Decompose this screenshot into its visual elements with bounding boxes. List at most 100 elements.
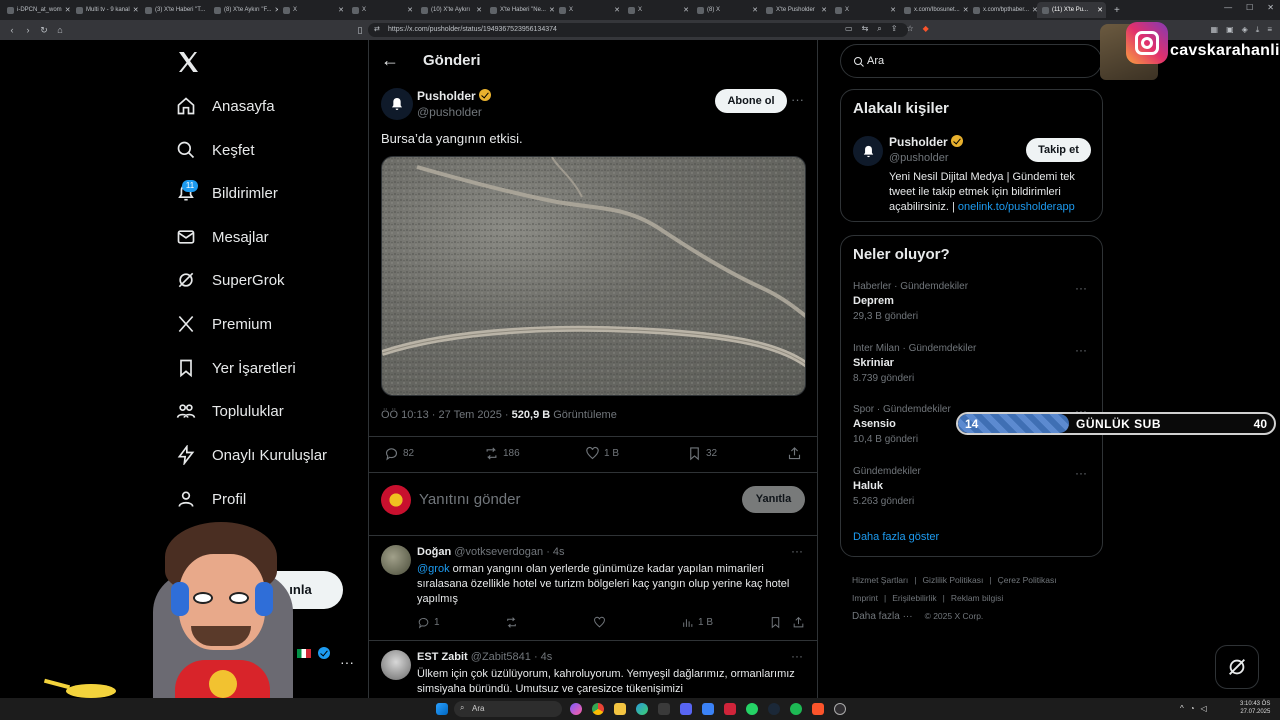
reply-submit-button[interactable]: Yanıtla	[742, 486, 805, 513]
like-action[interactable]: 1 B	[585, 446, 619, 461]
nav-item[interactable]: Profil	[176, 489, 246, 509]
footer-link[interactable]: Hizmet Şartları	[852, 575, 908, 585]
trend-more-icon[interactable]: ···	[1075, 281, 1087, 295]
repost-action[interactable]: 186	[484, 446, 520, 461]
browser-tab[interactable]: Multi tv - 9 kanal ✕	[71, 2, 140, 18]
reply-author-handle[interactable]: @votkseverdogan	[454, 546, 543, 558]
share-action[interactable]	[787, 446, 802, 461]
browser-tab[interactable]: X'te Haberi "Ne... ✕	[485, 2, 554, 18]
related-avatar[interactable]	[853, 136, 883, 166]
reply-input[interactable]: Yanıtını gönder	[419, 491, 719, 508]
tab-close-icon[interactable]: ✕	[683, 6, 689, 14]
browser-tab[interactable]: x.com/Ibosunet... ✕	[899, 2, 968, 18]
store-icon[interactable]	[702, 703, 714, 715]
tray-chevron-icon[interactable]: ^	[1180, 704, 1184, 713]
browser-tab[interactable]: X ✕	[554, 2, 623, 18]
tab-close-icon[interactable]: ✕	[133, 6, 139, 14]
reply-bookmark-action[interactable]	[769, 616, 782, 629]
star-icon[interactable]: ☆	[906, 24, 913, 34]
steam-icon[interactable]	[768, 703, 780, 715]
footer-link[interactable]: Erişilebilirlik	[892, 593, 936, 603]
bookmark-page-icon[interactable]: ▯	[352, 25, 368, 36]
browser-tab[interactable]: X ✕	[278, 2, 347, 18]
reply-action[interactable]: 82	[384, 446, 414, 461]
nav-item[interactable]: Mesajlar	[176, 227, 269, 247]
reply-views-action[interactable]: 1 B	[681, 616, 713, 629]
author-avatar[interactable]	[381, 88, 413, 120]
reply-repost-action[interactable]	[505, 616, 518, 629]
tab-close-icon[interactable]: ✕	[338, 6, 344, 14]
taskbar-search[interactable]: ⌕ Ara	[454, 701, 562, 717]
author-handle[interactable]: @pusholder	[417, 105, 482, 119]
reply-avatar-dogan[interactable]	[381, 545, 411, 575]
trend-more-icon[interactable]: ···	[1075, 466, 1087, 480]
reply-more-icon[interactable]: ···	[791, 649, 803, 663]
related-bio-link[interactable]: onelink.to/pusholderapp	[958, 201, 1075, 213]
maximize-icon[interactable]: ☐	[1246, 3, 1253, 12]
browser-tab[interactable]: X ✕	[623, 2, 692, 18]
nav-item[interactable]: Premium	[176, 314, 272, 334]
reply-author-name[interactable]: Doğan	[417, 546, 451, 558]
tab-close-icon[interactable]: ✕	[821, 6, 827, 14]
post-more-icon[interactable]: ···	[791, 92, 804, 107]
browser-tab[interactable]: X ✕	[830, 2, 899, 18]
tab-close-icon[interactable]: ✕	[407, 6, 413, 14]
edge-icon[interactable]	[636, 703, 648, 715]
show-more-link[interactable]: Daha fazla göster	[853, 531, 939, 543]
reply-share-action[interactable]	[792, 616, 805, 629]
browser-tab[interactable]: (10) X'te Aykırı ✕	[416, 2, 485, 18]
reply-avatar-zabit[interactable]	[381, 650, 411, 680]
footer-link[interactable]: Reklam bilgisi	[951, 593, 1003, 603]
bookmark-action[interactable]: 32	[687, 446, 717, 461]
reply-more-icon[interactable]: ···	[791, 544, 803, 558]
nav-item[interactable]: Onaylı Kuruluşlar	[176, 445, 327, 465]
follow-button[interactable]: Takip et	[1026, 138, 1091, 162]
new-tab-icon[interactable]: +	[1114, 5, 1120, 16]
trend-item[interactable]: Inter Milan · Gündemdekiler Skriniar 8.739…	[853, 343, 1093, 384]
nav-item[interactable]: Anasayfa	[176, 96, 275, 116]
related-handle[interactable]: @pusholder	[889, 152, 948, 164]
browser-tab[interactable]: X ✕	[347, 2, 416, 18]
volume-icon[interactable]: ◁	[1201, 704, 1207, 713]
browser-tab[interactable]: (8) X'te Aykırı "F... ✕	[209, 2, 278, 18]
nav-item[interactable]: SuperGrok	[176, 270, 285, 290]
search-input[interactable]: Ara	[867, 55, 884, 67]
browser-tab[interactable]: i-DPCN_at_wom ✕	[2, 2, 71, 18]
share-icon[interactable]: ⇪	[891, 24, 898, 34]
related-name[interactable]: Pusholder	[889, 135, 963, 149]
close-window-icon[interactable]: ✕	[1267, 3, 1274, 12]
screen-icon[interactable]: ▭	[845, 24, 853, 34]
reply-author-handle[interactable]: @Zabit5841	[471, 651, 531, 663]
trend-more-icon[interactable]: ···	[1075, 343, 1087, 357]
tab-close-icon[interactable]: ✕	[65, 6, 71, 14]
search-bar[interactable]: Ara	[840, 44, 1102, 78]
nav-item[interactable]: Keşfet	[176, 140, 255, 160]
subscribe-button[interactable]: Abone ol	[715, 89, 787, 113]
brave-icon[interactable]	[812, 703, 824, 715]
tab-close-icon[interactable]: ✕	[1097, 6, 1103, 14]
footer-link[interactable]: Çerez Politikası	[998, 575, 1057, 585]
author-name[interactable]: Pusholder	[417, 89, 491, 103]
site-info-icon[interactable]: ⇄	[374, 23, 380, 37]
browser-tab[interactable]: X'te Pusholder ✕	[761, 2, 830, 18]
app-c-icon[interactable]	[658, 703, 670, 715]
home-browser-icon[interactable]: ⌂	[52, 25, 68, 35]
whatsapp-icon[interactable]	[746, 703, 758, 715]
obs-icon[interactable]	[834, 703, 846, 715]
reply-like-action[interactable]	[593, 616, 606, 629]
post-image[interactable]	[381, 156, 806, 396]
copilot-icon[interactable]	[570, 703, 582, 715]
app-red-icon[interactable]	[724, 703, 736, 715]
network-icon[interactable]: ◔	[1190, 704, 1195, 713]
trend-item[interactable]: Gündemdekiler Haluk 5.263 gönderi ···	[853, 466, 1093, 507]
minimize-icon[interactable]: —	[1224, 3, 1232, 12]
grok-float-button[interactable]	[1215, 645, 1259, 689]
chrome-icon[interactable]	[592, 703, 604, 715]
brave-shield-icon[interactable]: ◆	[923, 24, 929, 34]
tab-close-icon[interactable]: ✕	[890, 6, 896, 14]
browser-tab[interactable]: (11) X'te Pu... ✕	[1037, 2, 1106, 18]
post-timestamp[interactable]: ÖÖ 10:13 · 27 Tem 2025 ·	[381, 409, 509, 421]
reply-mention-link[interactable]: @grok	[417, 563, 450, 575]
back-arrow-icon[interactable]: ←	[381, 50, 399, 71]
tab-close-icon[interactable]: ✕	[614, 6, 620, 14]
